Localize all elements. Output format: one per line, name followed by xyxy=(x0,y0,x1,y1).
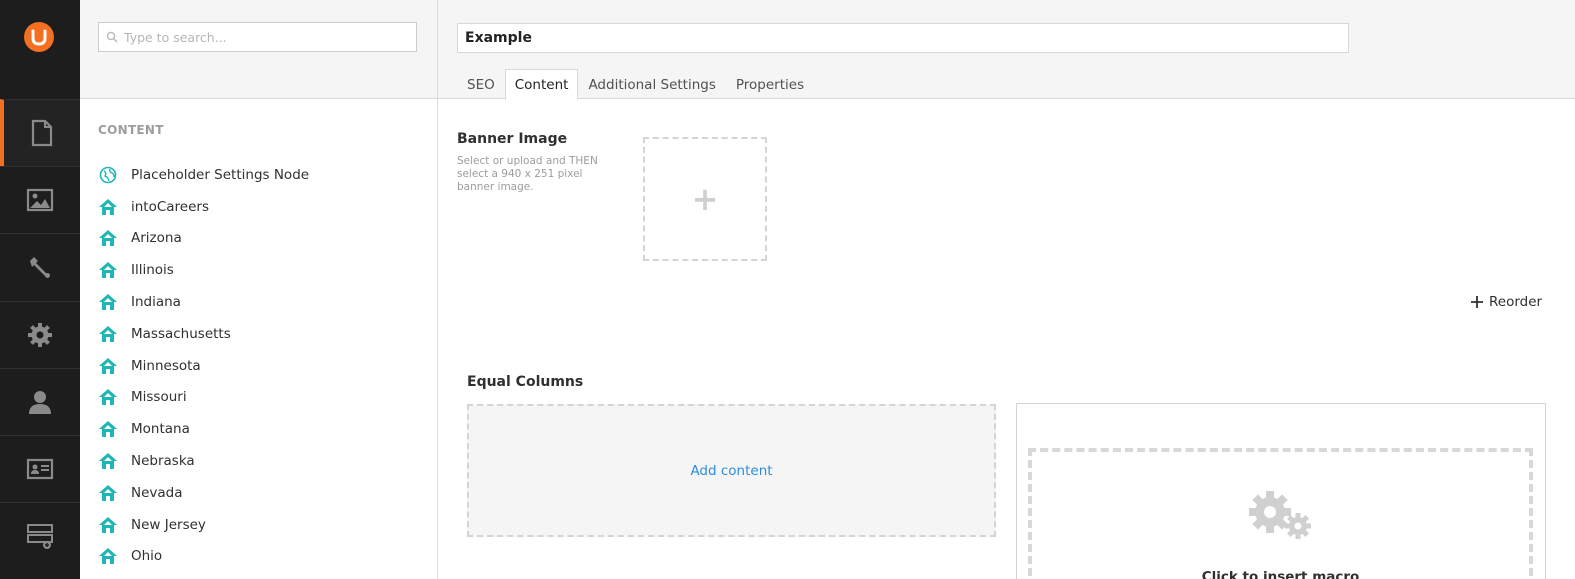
banner-image-label: Banner Image xyxy=(457,131,568,147)
tree-item[interactable]: Placeholder Settings Node xyxy=(98,159,309,191)
umbraco-logo-icon[interactable] xyxy=(24,22,54,52)
home-icon xyxy=(98,292,118,312)
tree-item-label: Nevada xyxy=(131,484,183,501)
document-icon xyxy=(31,119,53,147)
tree-item[interactable]: Missouri xyxy=(98,382,309,414)
tree-item-label: Placeholder Settings Node xyxy=(131,166,310,183)
image-icon xyxy=(26,188,54,212)
search-icon xyxy=(106,31,118,43)
add-content-area[interactable]: Add content xyxy=(467,404,996,537)
home-icon xyxy=(98,197,118,217)
home-icon xyxy=(98,228,118,248)
tree-item-label: Illinois xyxy=(131,262,174,279)
home-icon xyxy=(98,546,118,566)
globe-icon xyxy=(98,165,118,185)
search-input[interactable] xyxy=(124,29,404,45)
main-navigation xyxy=(0,0,80,579)
id-card-icon xyxy=(26,458,54,480)
node-name-input[interactable] xyxy=(457,23,1349,53)
tree-item[interactable]: Indiana xyxy=(98,286,309,318)
banner-image-description: Select or upload and THEN select a 940 x… xyxy=(457,155,598,193)
nav-forms[interactable] xyxy=(0,502,80,569)
tree-item-label: Minnesota xyxy=(131,357,201,374)
tree-item-label: intoCareers xyxy=(131,198,210,215)
reorder-label: Reorder xyxy=(1489,294,1543,310)
tree-item-label: New Jersey xyxy=(131,516,206,533)
tree-header xyxy=(80,0,437,99)
tab-content[interactable]: Content xyxy=(504,69,579,100)
tab-bar: SEO Content Additional Settings Properti… xyxy=(457,69,814,100)
reorder-button[interactable]: Reorder xyxy=(1471,294,1542,310)
search-box[interactable] xyxy=(98,22,417,52)
tree-section-title: CONTENT xyxy=(98,123,164,137)
home-icon xyxy=(98,260,118,280)
home-icon xyxy=(98,356,118,376)
insert-macro-label: Click to insert macro xyxy=(1201,569,1360,579)
forms-icon xyxy=(27,524,53,549)
content-editor: SEO Content Additional Settings Properti… xyxy=(438,0,1575,579)
tree-item[interactable]: New Jersey xyxy=(98,509,309,541)
tree-item[interactable]: Massachusetts xyxy=(98,318,309,350)
tree-item[interactable]: Nevada xyxy=(98,477,309,509)
gears-icon xyxy=(1249,491,1311,539)
tree-item-label: Massachusetts xyxy=(131,325,231,342)
macro-placeholder[interactable]: Click to insert macro xyxy=(1028,448,1533,579)
grid-column: Click to insert macro xyxy=(1016,403,1546,579)
tree-item[interactable]: intoCareers xyxy=(98,191,309,223)
tree-item[interactable]: Nebraska xyxy=(98,445,309,477)
home-icon xyxy=(98,515,118,535)
tab-properties[interactable]: Properties xyxy=(726,69,814,100)
nav-media[interactable] xyxy=(0,166,80,233)
editor-header: SEO Content Additional Settings Properti… xyxy=(438,0,1575,100)
tree-item[interactable]: Illinois xyxy=(98,254,309,286)
tree-item-label: Arizona xyxy=(131,230,182,247)
tree-list: Placeholder Settings Node intoCareers Ar… xyxy=(98,159,309,572)
tree-item[interactable]: Ohio xyxy=(98,541,309,573)
home-icon xyxy=(98,387,118,407)
tree-item[interactable]: Minnesota xyxy=(98,350,309,382)
nav-settings[interactable] xyxy=(0,233,80,300)
tab-additional-settings[interactable]: Additional Settings xyxy=(578,69,725,100)
move-icon xyxy=(1471,296,1483,308)
nav-developer[interactable] xyxy=(0,301,80,368)
nav-content[interactable] xyxy=(0,99,80,166)
tree-item-label: Indiana xyxy=(131,294,181,311)
nav-users[interactable] xyxy=(0,368,80,435)
gear-icon xyxy=(28,323,52,347)
home-icon xyxy=(98,419,118,439)
home-icon xyxy=(98,451,118,471)
add-icon: + xyxy=(691,180,719,218)
tree-item-label: Missouri xyxy=(131,389,187,406)
user-icon xyxy=(29,391,51,414)
grid-section-title: Equal Columns xyxy=(467,374,584,390)
tree-item[interactable]: Montana xyxy=(98,413,309,445)
tree-item-label: Montana xyxy=(131,421,190,438)
add-content-link[interactable]: Add content xyxy=(690,463,772,479)
wrench-icon xyxy=(30,257,50,278)
tab-seo[interactable]: SEO xyxy=(457,69,505,100)
tree-item-label: Ohio xyxy=(131,548,163,565)
tree-item[interactable]: Arizona xyxy=(98,223,309,255)
banner-image-picker[interactable]: + xyxy=(643,137,767,261)
home-icon xyxy=(98,483,118,503)
tree-item-label: Nebraska xyxy=(131,453,195,470)
content-tree-panel: CONTENT Placeholder Settings Node intoCa… xyxy=(80,0,438,579)
nav-members[interactable] xyxy=(0,435,80,502)
home-icon xyxy=(98,324,118,344)
